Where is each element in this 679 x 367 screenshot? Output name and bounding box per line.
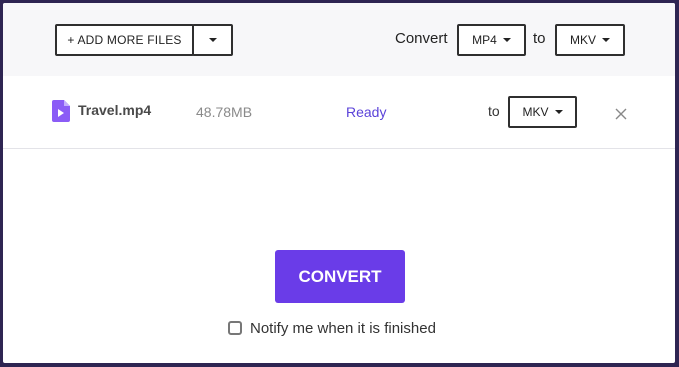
to-label: to	[533, 30, 546, 47]
chevron-down-icon	[554, 110, 563, 114]
notify-label: Notify me when it is finished	[250, 319, 436, 337]
file-name: Travel.mp4	[78, 102, 152, 118]
convert-label: Convert	[395, 30, 448, 47]
file-target-format-value: MKV	[522, 105, 549, 119]
file-target-format-dropdown[interactable]: MKV	[508, 96, 577, 128]
remove-file-icon[interactable]	[614, 107, 628, 121]
status-label: Ready	[346, 104, 387, 120]
converter-panel: + ADD MORE FILES Convert MP4 to MKV Trav…	[3, 3, 675, 363]
row-to-label: to	[488, 103, 500, 119]
file-row: Travel.mp4 48.78MB Ready to MKV	[3, 76, 675, 149]
video-file-icon	[52, 100, 70, 122]
chevron-down-icon	[602, 38, 610, 42]
add-files-dropdown-button[interactable]	[192, 24, 233, 56]
add-more-files-button[interactable]: + ADD MORE FILES	[55, 24, 194, 56]
source-format-value: MP4	[472, 33, 497, 47]
target-format-value: MKV	[569, 33, 596, 47]
chevron-down-icon	[502, 38, 511, 42]
toolbar: + ADD MORE FILES Convert MP4 to MKV	[3, 3, 675, 76]
chevron-down-icon	[208, 38, 217, 42]
convert-button[interactable]: CONVERT	[275, 250, 405, 303]
notify-checkbox[interactable]	[228, 321, 242, 335]
target-format-dropdown[interactable]: MKV	[555, 24, 625, 56]
source-format-dropdown[interactable]: MP4	[457, 24, 526, 56]
notify-option[interactable]: Notify me when it is finished	[228, 319, 436, 337]
file-size: 48.78MB	[196, 104, 253, 120]
